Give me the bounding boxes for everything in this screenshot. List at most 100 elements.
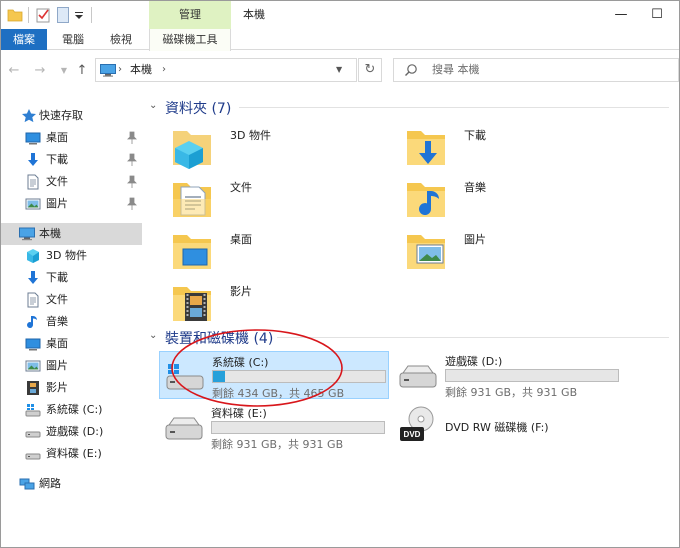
up-arrow-icon[interactable]: ↑ (73, 59, 91, 83)
minimize-button[interactable]: — (601, 1, 641, 29)
sidebar-item-label: 影片 (46, 381, 68, 394)
sidebar-item-drive-d[interactable]: 遊戲碟 (D:) (1, 421, 142, 443)
collapse-chevron-icon[interactable]: ⌄ (149, 330, 157, 341)
pin-icon[interactable] (127, 175, 137, 189)
explorer-window: 管理 本機 — ☐ 檔案 電腦 檢視 磁碟機工具 ← → ▼ ↑ › 本機 › … (0, 0, 680, 548)
desktop-icon (25, 338, 41, 351)
sidebar-item-documents[interactable]: 文件 (1, 171, 142, 193)
tile-label: 圖片 (464, 233, 486, 246)
sidebar-item-drive-c[interactable]: 系統碟 (C:) (1, 399, 142, 421)
forward-arrow-icon[interactable]: → (31, 59, 49, 83)
picture-icon (25, 198, 41, 210)
sidebar-item-videos[interactable]: 影片 (1, 377, 142, 399)
music-folder-icon (407, 183, 445, 217)
toolbar-divider (91, 7, 92, 23)
music-note-icon (27, 316, 37, 329)
properties-icon[interactable] (35, 7, 51, 23)
sidebar-item-label: 桌面 (46, 337, 68, 350)
hard-drive-icon (25, 453, 41, 460)
sidebar-item-pictures[interactable]: 圖片 (1, 193, 142, 215)
sidebar-item-label: 本機 (39, 227, 61, 240)
search-input[interactable]: 搜尋 本機 (432, 63, 480, 77)
pin-icon[interactable] (127, 153, 137, 167)
film-icon (27, 381, 39, 395)
tab-view[interactable]: 檢視 (101, 29, 141, 50)
drive-tile-e[interactable]: 資料碟 (E:) 剩餘 931 GB，共 931 GB (159, 403, 389, 451)
maximize-button[interactable]: ☐ (637, 1, 677, 29)
group-divider (239, 107, 669, 108)
sidebar-item-drive-e[interactable]: 資料碟 (E:) (1, 443, 142, 465)
drive-tile-f[interactable]: DVD DVD RW 磁碟機 (F:) (393, 403, 623, 451)
dvd-drive-icon: DVD (400, 406, 434, 441)
address-history-chevron-icon[interactable]: ▼ (336, 63, 342, 77)
sidebar-item-label: 文件 (46, 175, 68, 188)
sidebar-item-downloads[interactable]: 下載 (1, 149, 142, 171)
folder-tile-documents[interactable]: 文件 (163, 175, 395, 223)
drive-tile-d[interactable]: 遊戲碟 (D:) 剩餘 931 GB，共 931 GB (393, 351, 623, 399)
download-arrow-icon (28, 271, 38, 284)
document-icon (27, 292, 39, 308)
picture-icon (25, 360, 41, 372)
sidebar-item-label: 圖片 (46, 359, 68, 372)
folder-tile-downloads[interactable]: 下載 (397, 123, 629, 171)
back-arrow-icon[interactable]: ← (5, 59, 23, 83)
group-title: 資料夾 (7) (165, 101, 232, 117)
folder-tile-music[interactable]: 音樂 (397, 175, 629, 223)
folder-tile-pictures[interactable]: 圖片 (397, 227, 629, 275)
pin-icon[interactable] (127, 197, 137, 211)
sidebar-item-label: 下載 (46, 271, 68, 284)
tile-label: 桌面 (230, 233, 252, 246)
sidebar-item-documents[interactable]: 文件 (1, 289, 142, 311)
download-arrow-icon (28, 153, 38, 166)
breadcrumb-chevron-icon[interactable]: › (118, 63, 122, 77)
computer-icon (100, 64, 116, 77)
new-folder-icon[interactable] (57, 7, 69, 23)
annotation-ellipse (171, 329, 343, 407)
network-icon (19, 478, 35, 490)
tab-drive-tools[interactable]: 磁碟機工具 (149, 29, 231, 51)
download-folder-icon (407, 131, 445, 165)
recent-locations-chevron-icon[interactable]: ▼ (55, 59, 73, 83)
customize-toolbar-icon[interactable] (74, 7, 84, 23)
search-box[interactable]: 搜尋 本機 (393, 58, 679, 82)
computer-icon (19, 227, 35, 241)
sidebar-item-desktop[interactable]: 桌面 (1, 333, 142, 355)
drive-free-space: 剩餘 931 GB，共 931 GB (211, 438, 344, 451)
sidebar-item-3d-objects[interactable]: 3D 物件 (1, 245, 142, 267)
title-bar: 管理 本機 — ☐ (1, 1, 679, 29)
group-header-folders[interactable]: ⌄ 資料夾 (7) (143, 97, 673, 117)
star-icon (22, 109, 36, 123)
pin-icon[interactable] (127, 131, 137, 145)
address-bar[interactable]: › 本機 › ▼ (95, 58, 357, 82)
sidebar-item-label: 桌面 (46, 131, 68, 144)
collapse-chevron-icon[interactable]: ⌄ (149, 100, 157, 111)
tile-label: 3D 物件 (230, 129, 271, 142)
window-title: 本機 (243, 8, 265, 21)
sidebar-item-pictures[interactable]: 圖片 (1, 355, 142, 377)
sidebar-item-label: 下載 (46, 153, 68, 166)
hard-drive-icon (399, 365, 437, 388)
sidebar-item-music[interactable]: 音樂 (1, 311, 142, 333)
sidebar-item-quick-access[interactable]: 快速存取 (1, 105, 142, 127)
sidebar-item-desktop[interactable]: 桌面 (1, 127, 142, 149)
tile-label: 文件 (230, 181, 252, 194)
tab-file[interactable]: 檔案 (1, 29, 47, 50)
folder-tile-videos[interactable]: 影片 (163, 279, 395, 327)
sidebar-item-downloads[interactable]: 下載 (1, 267, 142, 289)
folder-icon[interactable] (7, 7, 23, 23)
sidebar-item-network[interactable]: 網路 (1, 473, 142, 495)
videos-folder-icon (173, 287, 211, 321)
sidebar-item-this-pc[interactable]: 本機 (1, 223, 142, 245)
ribbon-tabs: 檔案 電腦 檢視 磁碟機工具 (1, 29, 679, 51)
system-drive-icon (25, 404, 41, 417)
sidebar-item-label: 文件 (46, 293, 68, 306)
drive-free-space: 剩餘 931 GB，共 931 GB (445, 386, 578, 399)
refresh-button[interactable]: ↻ (358, 58, 382, 82)
svg-text:DVD: DVD (404, 430, 421, 439)
folder-tile-3d-objects[interactable]: 3D 物件 (163, 123, 395, 171)
tab-computer[interactable]: 電腦 (53, 29, 93, 50)
tile-label: 下載 (464, 129, 486, 142)
breadcrumb-chevron-icon[interactable]: › (162, 63, 166, 77)
breadcrumb-current[interactable]: 本機 (130, 63, 152, 77)
folder-tile-desktop[interactable]: 桌面 (163, 227, 395, 275)
